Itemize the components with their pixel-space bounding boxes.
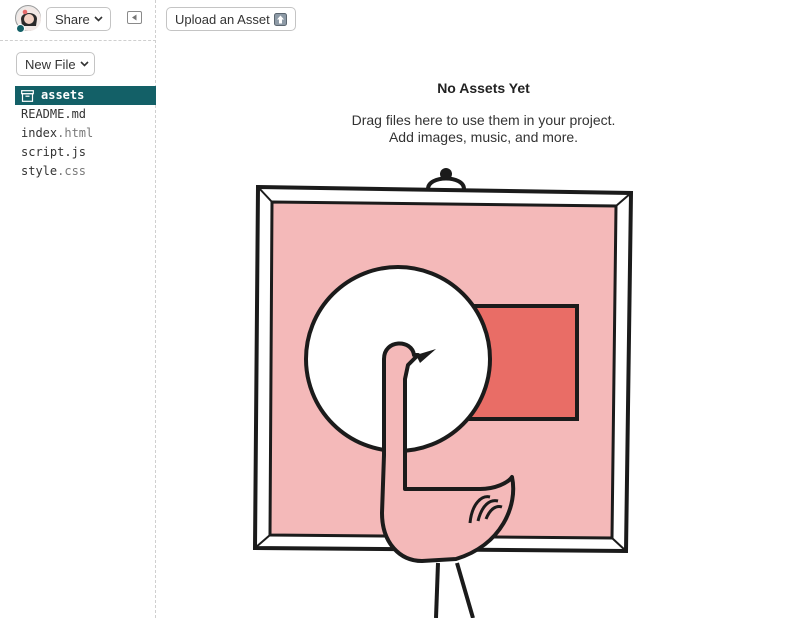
- empty-state-line-2: Add images, music, and more.: [388, 129, 579, 145]
- file-ext: .html: [57, 126, 94, 140]
- upload-asset-button[interactable]: Upload an Asset: [166, 7, 296, 31]
- file-name: README: [21, 107, 65, 121]
- collapse-sidebar-button[interactable]: [127, 11, 142, 24]
- chevron-down-icon: [94, 16, 103, 22]
- upload-label: Upload an Asset: [175, 11, 270, 27]
- file-ext: .css: [57, 164, 87, 178]
- file-name: script: [21, 145, 65, 159]
- file-list: assets README.md index.html script.js st…: [15, 86, 156, 181]
- collapse-icon: [132, 14, 137, 21]
- folder-icon: [21, 89, 34, 102]
- sidebar-header: Share: [0, 0, 156, 41]
- file-name: index: [21, 126, 58, 140]
- sidebar: Share New File assets README.md index.ht…: [0, 0, 156, 618]
- new-file-label: New File: [25, 56, 76, 72]
- file-name: assets: [41, 88, 85, 102]
- empty-state-description: Drag files here to use them in your proj…: [157, 112, 810, 146]
- hook-icon: [426, 168, 466, 190]
- share-label: Share: [55, 11, 90, 27]
- new-file-button[interactable]: New File: [16, 52, 95, 76]
- file-ext: .js: [64, 145, 87, 159]
- file-item-readme[interactable]: README.md: [15, 105, 156, 124]
- share-button[interactable]: Share: [46, 7, 111, 31]
- file-name: style: [21, 164, 58, 178]
- file-item-index[interactable]: index.html: [15, 124, 156, 143]
- status-dot: [16, 24, 25, 33]
- file-item-script[interactable]: script.js: [15, 143, 156, 162]
- upload-arrow-icon: [273, 12, 287, 26]
- file-item-assets[interactable]: assets: [15, 86, 156, 105]
- empty-state-line-1: Drag files here to use them in your proj…: [351, 112, 616, 128]
- avatar[interactable]: [15, 5, 41, 33]
- file-ext: .md: [64, 107, 87, 121]
- chevron-down-icon: [80, 61, 89, 67]
- empty-assets-illustration: [252, 168, 634, 618]
- empty-state-title: No Assets Yet: [437, 80, 530, 96]
- file-item-style[interactable]: style.css: [15, 162, 156, 181]
